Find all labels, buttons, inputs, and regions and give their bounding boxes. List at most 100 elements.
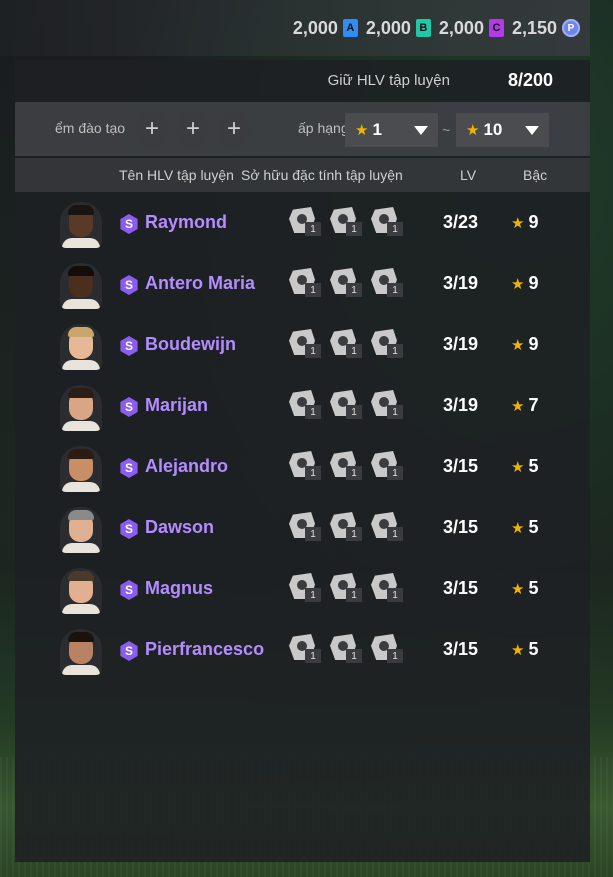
training-trait-icon[interactable]: 1 bbox=[289, 573, 325, 607]
training-trait-icon[interactable]: 1 bbox=[289, 268, 325, 302]
filter-bar: ểm đào tạo + + + ấp hạng ★ 1 ~ ★ 10 bbox=[15, 102, 590, 156]
special-rank-icon: S bbox=[120, 397, 138, 417]
trait-level: 1 bbox=[346, 283, 362, 297]
coach-grade-value: 5 bbox=[528, 639, 539, 659]
held-coaches-count: 8/200 bbox=[507, 69, 553, 90]
training-trait-icon[interactable]: 1 bbox=[289, 512, 325, 546]
avatar-hair bbox=[68, 449, 94, 459]
training-trait-icon[interactable]: 1 bbox=[289, 390, 325, 424]
coach-name: Antero Maria bbox=[145, 273, 256, 293]
currency-a: 2,000 A bbox=[293, 18, 358, 39]
avatar-hair bbox=[68, 510, 94, 520]
coach-row[interactable]: S Raymond 1 1 1 3/23 ★ 9 bbox=[15, 193, 590, 254]
trait-level: 1 bbox=[387, 344, 403, 358]
add-slot-button-3[interactable]: + bbox=[217, 112, 251, 146]
training-trait-icon[interactable]: 1 bbox=[330, 573, 366, 607]
training-trait-icon[interactable]: 1 bbox=[289, 634, 325, 668]
currency-bar: 2,000 A 2,000 B 2,000 C 2,150 P bbox=[0, 0, 590, 56]
coach-name: Magnus bbox=[145, 578, 214, 598]
trait-level: 1 bbox=[387, 222, 403, 236]
min-grade-dropdown[interactable]: ★ 1 bbox=[345, 113, 438, 147]
training-trait-icon[interactable]: 1 bbox=[330, 207, 366, 241]
avatar-shirt bbox=[62, 238, 100, 248]
avatar-shirt bbox=[62, 665, 100, 675]
add-slot-button-1[interactable]: + bbox=[135, 112, 169, 146]
trait-level: 1 bbox=[346, 405, 362, 419]
column-header-traits[interactable]: Sở hữu đặc tính tập luyện bbox=[241, 167, 403, 183]
trait-level: 1 bbox=[346, 344, 362, 358]
coach-grade: ★ 5 bbox=[511, 639, 538, 660]
star-icon: ★ bbox=[511, 215, 525, 232]
training-trait-icon[interactable]: 1 bbox=[330, 268, 366, 302]
coach-name: Marijan bbox=[145, 395, 209, 415]
add-slot-button-2[interactable]: + bbox=[176, 112, 210, 146]
training-trait-icon[interactable]: 1 bbox=[289, 207, 325, 241]
max-grade-dropdown[interactable]: ★ 10 bbox=[456, 113, 549, 147]
coach-avatar bbox=[60, 385, 102, 431]
star-icon: ★ bbox=[466, 122, 480, 139]
avatar-hair bbox=[68, 205, 94, 215]
avatar-shirt bbox=[62, 604, 100, 614]
coach-grade: ★ 9 bbox=[511, 273, 538, 294]
training-trait-icon[interactable]: 1 bbox=[371, 634, 407, 668]
coach-avatar bbox=[60, 263, 102, 309]
training-trait-icon[interactable]: 1 bbox=[371, 207, 407, 241]
coach-row[interactable]: S Dawson 1 1 1 3/15 ★ 5 bbox=[15, 498, 590, 559]
trait-level: 1 bbox=[387, 527, 403, 541]
coach-avatar bbox=[60, 568, 102, 614]
coach-row[interactable]: S Boudewijn 1 1 1 3/19 ★ 9 bbox=[15, 315, 590, 376]
trait-level: 1 bbox=[305, 222, 321, 236]
special-rank-icon: S bbox=[120, 214, 138, 234]
trait-level: 1 bbox=[387, 405, 403, 419]
training-trait-icon[interactable]: 1 bbox=[330, 634, 366, 668]
trait-level: 1 bbox=[346, 649, 362, 663]
training-trait-icon[interactable]: 1 bbox=[330, 512, 366, 546]
coach-name: Boudewijn bbox=[145, 334, 236, 354]
points-coin-icon: P bbox=[562, 19, 580, 37]
trait-level: 1 bbox=[346, 222, 362, 236]
coach-row[interactable]: S Alejandro 1 1 1 3/15 ★ 5 bbox=[15, 437, 590, 498]
coach-row[interactable]: S Antero Maria 1 1 1 3/19 ★ 9 bbox=[15, 254, 590, 315]
training-slot-label: ểm đào tạo bbox=[55, 120, 126, 136]
training-trait-icon[interactable]: 1 bbox=[371, 512, 407, 546]
training-trait-icon[interactable]: 1 bbox=[330, 329, 366, 363]
coach-row[interactable]: S Magnus 1 1 1 3/15 ★ 5 bbox=[15, 559, 590, 620]
special-rank-icon: S bbox=[120, 458, 138, 478]
training-trait-icon[interactable]: 1 bbox=[330, 451, 366, 485]
training-trait-icon[interactable]: 1 bbox=[289, 329, 325, 363]
training-trait-icon[interactable]: 1 bbox=[330, 390, 366, 424]
training-trait-icon[interactable]: 1 bbox=[371, 268, 407, 302]
coach-row[interactable]: S Marijan 1 1 1 3/19 ★ 7 bbox=[15, 376, 590, 437]
coach-grade: ★ 9 bbox=[511, 212, 538, 233]
trait-level: 1 bbox=[305, 344, 321, 358]
star-icon: ★ bbox=[511, 459, 525, 476]
column-header-grade[interactable]: Bậc bbox=[523, 167, 547, 183]
special-rank-icon: S bbox=[120, 275, 138, 295]
star-icon: ★ bbox=[355, 122, 369, 139]
coach-grade-value: 7 bbox=[528, 395, 539, 415]
currency-c-amount: 2,000 bbox=[438, 17, 484, 38]
training-trait-icon[interactable]: 1 bbox=[371, 573, 407, 607]
avatar-hair bbox=[68, 327, 94, 337]
star-icon: ★ bbox=[511, 520, 525, 537]
training-trait-icon[interactable]: 1 bbox=[371, 390, 407, 424]
coach-grade: ★ 5 bbox=[511, 578, 538, 599]
chevron-down-icon bbox=[414, 125, 428, 135]
training-trait-icon[interactable]: 1 bbox=[371, 451, 407, 485]
training-trait-icon[interactable]: 1 bbox=[289, 451, 325, 485]
column-header-lv[interactable]: LV bbox=[460, 167, 476, 183]
special-rank-icon: S bbox=[120, 641, 138, 661]
coach-grade: ★ 5 bbox=[511, 456, 538, 477]
column-header-name[interactable]: Tên HLV tập luyện bbox=[119, 167, 234, 183]
star-icon: ★ bbox=[511, 642, 525, 659]
currency-b: 2,000 B bbox=[366, 18, 431, 39]
training-trait-icon[interactable]: 1 bbox=[371, 329, 407, 363]
coach-grade-value: 9 bbox=[528, 334, 539, 354]
trait-level: 1 bbox=[346, 588, 362, 602]
coach-name: Alejandro bbox=[145, 456, 229, 476]
coach-name: Raymond bbox=[145, 212, 228, 232]
coach-row[interactable]: S Pierfrancesco 1 1 1 3/15 ★ 5 bbox=[15, 620, 590, 681]
currency-b-amount: 2,000 bbox=[365, 17, 411, 38]
avatar-shirt bbox=[62, 482, 100, 492]
trait-level: 1 bbox=[305, 405, 321, 419]
